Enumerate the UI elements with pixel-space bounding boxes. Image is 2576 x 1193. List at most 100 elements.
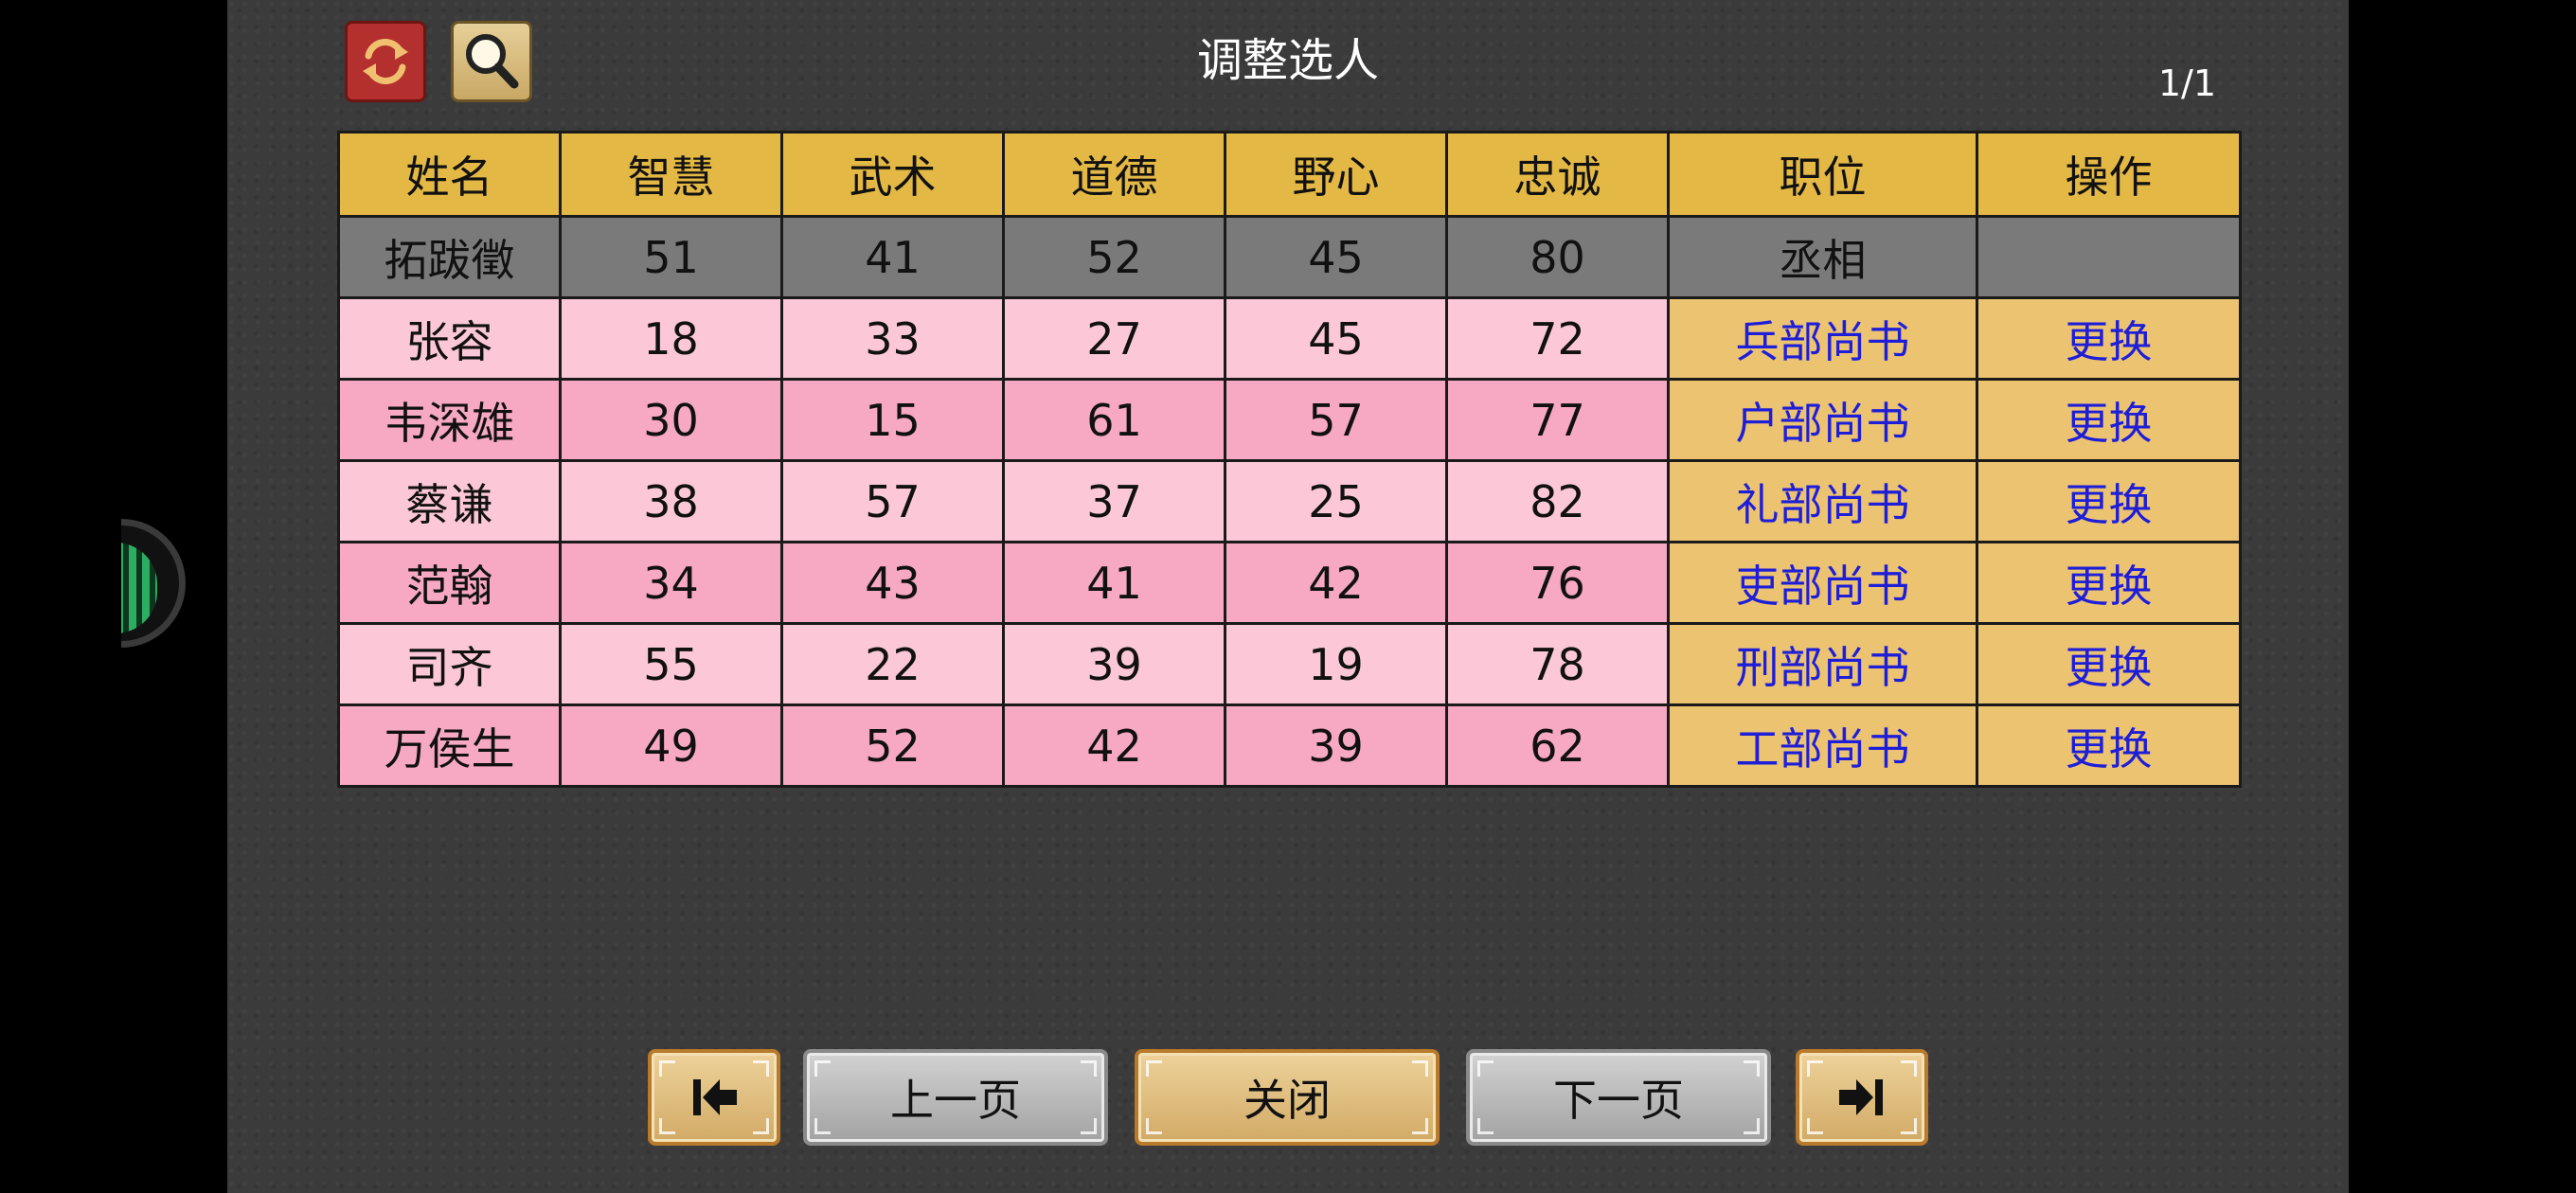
post-link[interactable]: 吏部尚书 [1736,561,1910,612]
header-morality: 道德 [1002,131,1226,218]
cell-action[interactable]: 更换 [1976,378,2242,462]
next-page-label: 下一页 [1553,1075,1684,1126]
page-indicator: 1/1 [2157,62,2216,104]
cell-name: 蔡谦 [337,459,562,543]
previous-page-label: 上一页 [890,1075,1021,1126]
cell-ambition: 19 [1224,622,1448,706]
post-link[interactable]: 刑部尚书 [1736,642,1910,693]
screen: 调整选人 1/1 姓名 智慧 武术 道德 野心 忠诚 职位 操作 拓跋徵 51 … [0,0,2576,1193]
cell-loyalty: 77 [1445,378,1670,462]
table-row: 拓跋徵 51 41 52 45 80 丞相 [337,215,2242,299]
table-header-row: 姓名 智慧 武术 道德 野心 忠诚 职位 操作 [337,131,2242,218]
cell-post[interactable]: 兵部尚书 [1667,296,1978,381]
cell-martial: 22 [780,622,1005,706]
cell-martial: 15 [780,378,1005,462]
cell-morality: 61 [1002,378,1226,462]
cell-morality: 42 [1002,703,1226,788]
table-row: 万侯生 49 52 42 39 62 工部尚书 更换 [337,703,2242,788]
table-row: 张容 18 33 27 45 72 兵部尚书 更换 [337,296,2242,381]
cell-name: 张容 [337,296,562,381]
cell-martial: 43 [780,541,1005,625]
cell-ambition: 39 [1224,703,1448,788]
table-row: 韦深雄 30 15 61 57 77 户部尚书 更换 [337,378,2242,462]
previous-page-button[interactable]: 上一页 [803,1049,1108,1146]
header-post: 职位 [1667,131,1978,218]
cell-wisdom: 34 [559,541,783,625]
cell-loyalty: 78 [1445,622,1670,706]
header-name: 姓名 [337,131,562,218]
cell-loyalty: 82 [1445,459,1670,543]
cell-ambition: 57 [1224,378,1448,462]
replace-link[interactable]: 更换 [2066,642,2153,693]
cell-wisdom: 55 [559,622,783,706]
cell-name: 韦深雄 [337,378,562,462]
cell-morality: 41 [1002,541,1226,625]
cell-loyalty: 62 [1445,703,1670,788]
cell-name: 司齐 [337,622,562,706]
replace-link[interactable]: 更换 [2066,398,2153,449]
cell-martial: 33 [780,296,1005,381]
cell-action[interactable]: 更换 [1976,703,2242,788]
cell-name: 拓跋徵 [337,215,562,299]
table-row: 蔡谦 38 57 37 25 82 礼部尚书 更换 [337,459,2242,543]
cell-post: 丞相 [1667,215,1978,299]
close-label: 关闭 [1243,1075,1331,1126]
post-link[interactable]: 户部尚书 [1736,398,1910,449]
official-roster-table: 姓名 智慧 武术 道德 野心 忠诚 职位 操作 拓跋徵 51 41 52 45 [337,131,2242,788]
cell-martial: 57 [780,459,1005,543]
replace-link[interactable]: 更换 [2066,479,2153,530]
cell-name: 范翰 [337,541,562,625]
post-link[interactable]: 工部尚书 [1736,723,1910,775]
cell-wisdom: 30 [559,378,783,462]
cell-loyalty: 72 [1445,296,1670,381]
cell-wisdom: 18 [559,296,783,381]
cell-action [1976,215,2242,299]
last-page-button[interactable] [1796,1049,1928,1146]
cell-post[interactable]: 礼部尚书 [1667,459,1978,543]
first-page-arrow-icon [693,1079,737,1115]
cell-post[interactable]: 户部尚书 [1667,378,1978,462]
cell-morality: 52 [1002,215,1226,299]
cell-morality: 37 [1002,459,1226,543]
header-ambition: 野心 [1224,131,1448,218]
post-link[interactable]: 礼部尚书 [1736,479,1910,530]
cell-martial: 52 [780,703,1005,788]
cell-ambition: 25 [1224,459,1448,543]
header-wisdom: 智慧 [559,131,783,218]
last-page-arrow-icon [1839,1079,1883,1115]
replace-link[interactable]: 更换 [2066,561,2153,612]
floating-widget-icon [121,543,157,633]
panel-title: 调整选人 [1196,34,1379,87]
cell-wisdom: 38 [559,459,783,543]
cell-ambition: 45 [1224,215,1448,299]
cell-action[interactable]: 更换 [1976,622,2242,706]
floating-assistant-widget[interactable] [121,519,186,648]
cell-action[interactable]: 更换 [1976,459,2242,543]
table-row: 司齐 55 22 39 19 78 刑部尚书 更换 [337,622,2242,706]
cell-martial: 41 [780,215,1005,299]
cell-wisdom: 49 [559,703,783,788]
cell-post[interactable]: 吏部尚书 [1667,541,1978,625]
selection-panel: 调整选人 1/1 姓名 智慧 武术 道德 野心 忠诚 职位 操作 拓跋徵 51 … [227,0,2349,1193]
cell-wisdom: 51 [559,215,783,299]
cell-ambition: 45 [1224,296,1448,381]
next-page-button[interactable]: 下一页 [1466,1049,1771,1146]
cell-post[interactable]: 工部尚书 [1667,703,1978,788]
header-action: 操作 [1976,131,2242,218]
post-link[interactable]: 兵部尚书 [1736,316,1910,367]
first-page-button[interactable] [648,1049,780,1146]
cell-action[interactable]: 更换 [1976,296,2242,381]
replace-link[interactable]: 更换 [2066,316,2153,367]
cell-post[interactable]: 刑部尚书 [1667,622,1978,706]
header-loyalty: 忠诚 [1445,131,1670,218]
close-button[interactable]: 关闭 [1135,1049,1440,1146]
header-martial: 武术 [780,131,1005,218]
cell-loyalty: 76 [1445,541,1670,625]
cell-ambition: 42 [1224,541,1448,625]
cell-name: 万侯生 [337,703,562,788]
cell-morality: 27 [1002,296,1226,381]
cell-action[interactable]: 更换 [1976,541,2242,625]
post-label: 丞相 [1779,234,1867,286]
cell-loyalty: 80 [1445,215,1670,299]
replace-link[interactable]: 更换 [2066,723,2153,775]
